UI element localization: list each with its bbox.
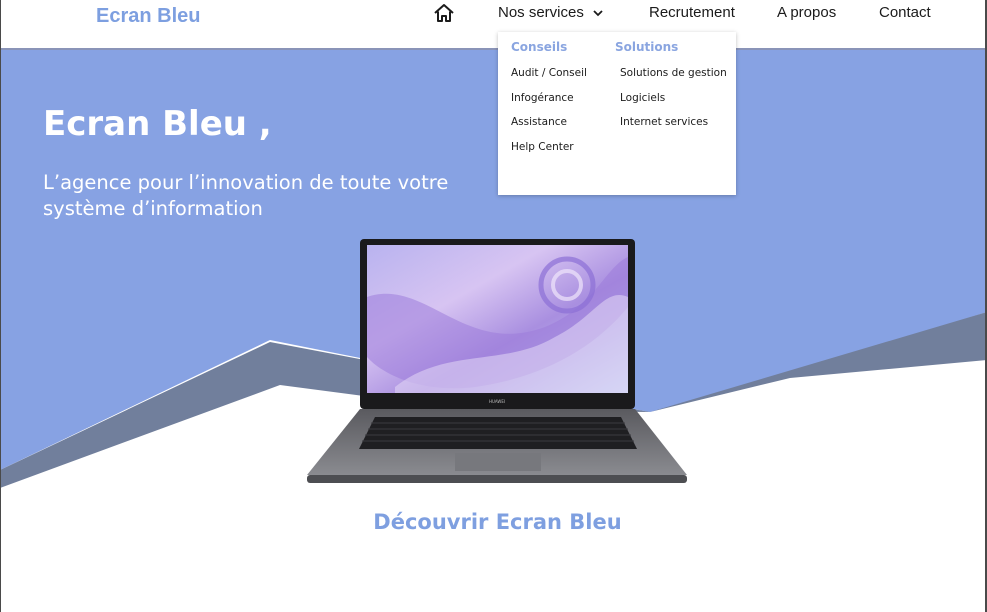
chevron-down-icon [593, 9, 603, 16]
dropdown-item-solutions-gestion[interactable]: Solutions de gestion [620, 67, 727, 79]
dropdown-item-logiciels[interactable]: Logiciels [620, 92, 665, 104]
dropdown-item-infogerance[interactable]: Infogérance [511, 92, 574, 104]
services-dropdown: Conseils Audit / Conseil Infogérance Ass… [498, 32, 736, 195]
dropdown-item-audit[interactable]: Audit / Conseil [511, 67, 587, 79]
nav-recrutement[interactable]: Recrutement [649, 4, 735, 21]
dropdown-heading-conseils: Conseils [511, 40, 568, 54]
laptop-image: HUAWEI [307, 239, 687, 483]
dropdown-item-assistance[interactable]: Assistance [511, 116, 567, 128]
nav-a-propos[interactable]: A propos [777, 4, 836, 21]
laptop-brand-text: HUAWEI [489, 399, 505, 404]
brand-logo-text[interactable]: Ecran Bleu [96, 5, 200, 28]
frame-left-border [0, 0, 1, 612]
nav-services-label: Nos services [498, 4, 584, 21]
nav-contact[interactable]: Contact [879, 4, 931, 21]
dropdown-item-help-center[interactable]: Help Center [511, 141, 574, 153]
discover-link[interactable]: Découvrir Ecran Bleu [0, 510, 987, 534]
hero-subtitle: L’agence pour l’innovation de toute votr… [43, 171, 449, 220]
home-icon[interactable] [432, 2, 456, 24]
dropdown-heading-solutions: Solutions [615, 40, 679, 54]
nav-services[interactable]: Nos services [498, 4, 604, 21]
dropdown-item-internet-services[interactable]: Internet services [620, 116, 708, 128]
hero-title: Ecran Bleu , [43, 104, 272, 144]
top-navbar: Ecran Bleu Nos services Recrutement A pr… [0, 0, 987, 50]
